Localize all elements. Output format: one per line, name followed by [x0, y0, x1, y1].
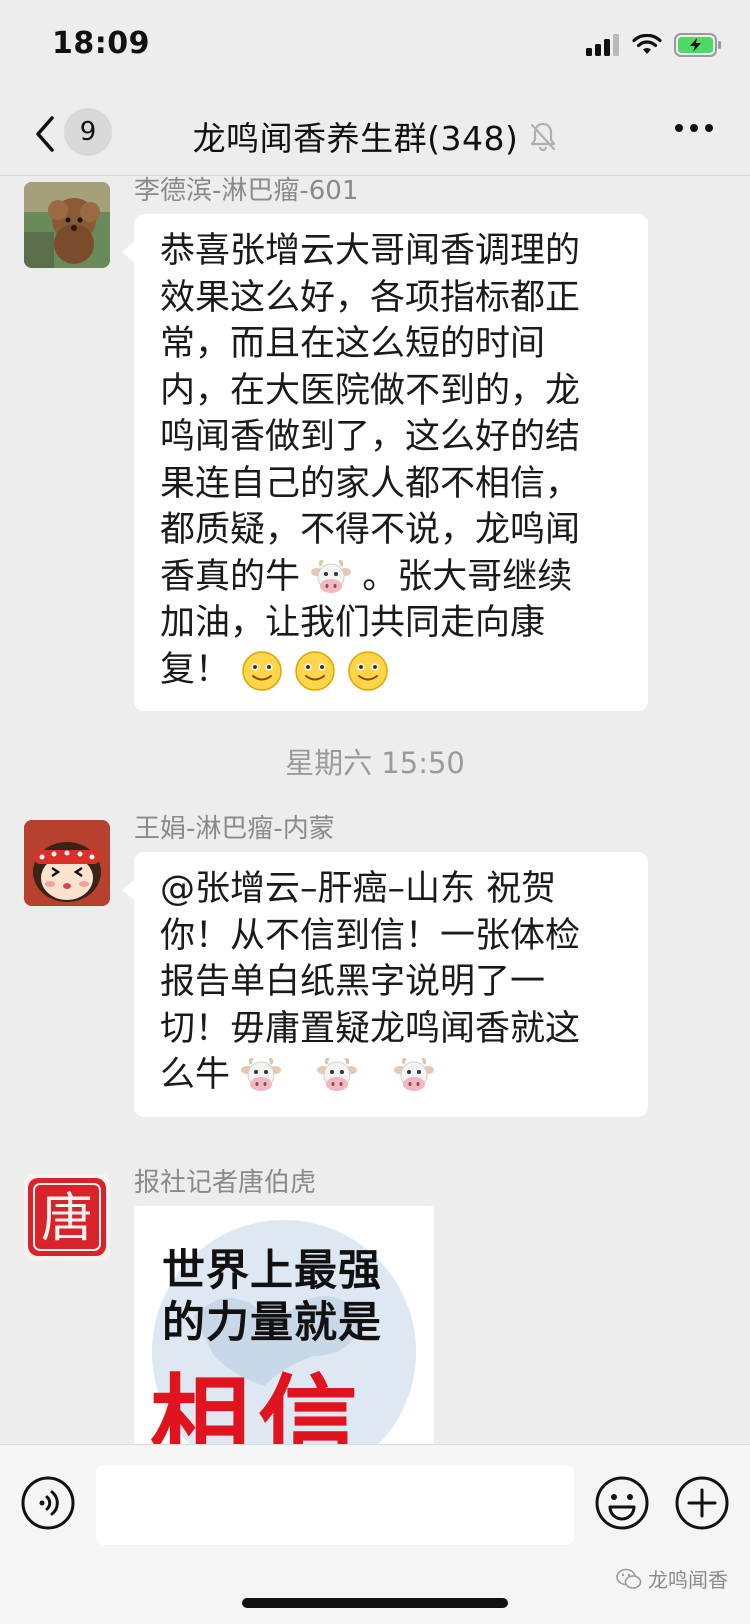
message-line: 香真的牛 。张大哥继续 [160, 554, 622, 601]
chat-title[interactable]: 龙鸣闻香养生群(348) [193, 119, 519, 158]
mute-bell-icon [531, 122, 556, 151]
message-line: 鸣闻香做到了，这么好的结 [160, 417, 581, 457]
message-text: 么牛 [160, 1055, 231, 1095]
battery-icon [674, 33, 721, 57]
watermark-text: 龙鸣闻香 [648, 1568, 728, 1592]
cow-emoji [241, 1058, 282, 1091]
message-line: 内，在大医院做不到的，龙 [160, 370, 581, 411]
sender-name: 报社记者唐伯虎 [134, 1168, 317, 1198]
watermark: 龙鸣闻香 [616, 1564, 728, 1593]
emoji-icon[interactable] [594, 1475, 650, 1531]
smile-emoji [242, 650, 282, 691]
message-input[interactable] [96, 1465, 574, 1545]
seal-avatar-image: 唐 [24, 1174, 110, 1260]
message-line: @张增云–肝癌–山东 祝贺 [160, 869, 557, 909]
message-text: 复！ [160, 649, 231, 690]
message-line: 常，而且在这么短的时间 [160, 324, 546, 364]
smile-emoji [295, 650, 336, 691]
status-icons [586, 30, 722, 60]
message-line: 么牛 [160, 1052, 622, 1099]
message-line: 切！毋庸置疑龙鸣闻香就这 [160, 1008, 581, 1049]
message-text: 。张大哥继续 [362, 556, 573, 597]
voice-icon[interactable] [20, 1475, 76, 1531]
smile-emoji [348, 650, 389, 691]
message-line: 都质疑，不得不说，龙鸣闻 [160, 510, 581, 550]
message-line: 报告单白纸黑字说明了一 [160, 962, 546, 1002]
message-line: 你！从不信到信！一张体检 [160, 915, 581, 956]
chat-title-wrap: 龙鸣闻香养生群(348) [0, 112, 750, 160]
chat-message-list[interactable]: 李德滨-淋巴瘤-601 恭喜张增云大哥闻香调理的 效果这么好，各项指标都正 常，… [0, 176, 750, 1444]
wifi-icon [632, 34, 662, 54]
message-line: 效果这么好，各项指标都正 [160, 277, 581, 318]
message-line: 加油，让我们共同走向康 [160, 603, 546, 643]
message-bubble[interactable]: 恭喜张增云大哥闻香调理的 效果这么好，各项指标都正 常，而且在这么短的时间 内，… [122, 214, 648, 711]
home-indicator[interactable] [242, 1598, 508, 1608]
cow-emoji [393, 1058, 434, 1091]
message-text: 香真的牛 [160, 556, 301, 597]
avatar[interactable]: 唐 [24, 1174, 110, 1260]
chat-header: 9 龙鸣闻香养生群(348) [0, 94, 750, 176]
cow-emoji [311, 559, 352, 593]
more-icon[interactable] [674, 122, 714, 134]
status-time: 18:09 [52, 26, 150, 61]
cartoon-girl-avatar-image [24, 820, 110, 906]
image-message[interactable]: 世界上最强 的力量就是 相信 [134, 1206, 434, 1444]
plus-icon[interactable] [674, 1475, 730, 1531]
status-bar: 18:09 [0, 0, 750, 94]
message-bubble[interactable]: @张增云–肝癌–山东 祝贺 你！从不信到信！一张体检 报告单白纸黑字说明了一 切… [122, 852, 648, 1117]
sender-name: 王娟-淋巴瘤-内蒙 [134, 814, 335, 844]
chat-input-bar [0, 1444, 750, 1624]
sender-name: 李德滨-淋巴瘤-601 [134, 176, 359, 206]
image-text-highlight: 相信 [150, 1364, 366, 1444]
avatar[interactable] [24, 820, 110, 906]
message-line: 复！ [160, 647, 622, 694]
message-line: 果连自己的家人都不相信， [160, 463, 581, 504]
message-line: 恭喜张增云大哥闻香调理的 [160, 231, 581, 271]
chat-timestamp: 星期六 15:50 [285, 746, 465, 780]
dog-avatar-image [24, 182, 110, 268]
signal-icon [586, 34, 619, 56]
seal-character: 唐 [41, 1189, 93, 1249]
cow-emoji [317, 1058, 358, 1091]
wechat-icon [616, 1568, 642, 1589]
avatar[interactable] [24, 182, 110, 268]
